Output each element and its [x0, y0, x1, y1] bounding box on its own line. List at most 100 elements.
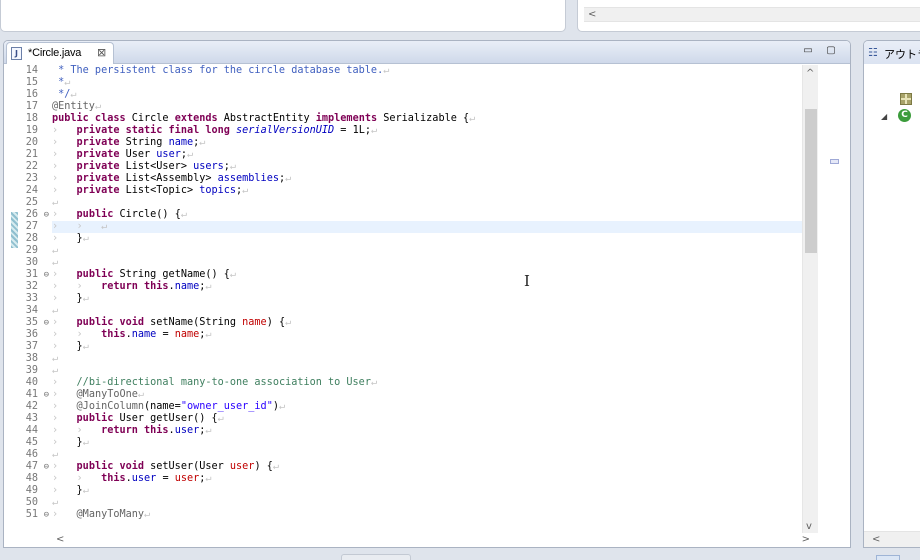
- scroll-down-arrow-icon[interactable]: v: [806, 520, 812, 533]
- overview-ruler[interactable]: [818, 65, 850, 533]
- code-text[interactable]: * The persistent class for the circle da…: [52, 65, 822, 521]
- line-number: 34: [25, 305, 38, 316]
- code-line[interactable]: ↵: [52, 245, 822, 257]
- code-line[interactable]: ↵: [52, 305, 822, 317]
- code-line[interactable]: › @ManyToMany↵: [52, 509, 822, 521]
- code-token: user: [156, 149, 181, 160]
- code-line[interactable]: ↵: [52, 257, 822, 269]
- line-number: 24: [25, 185, 38, 196]
- code-line[interactable]: › private User user;↵: [52, 149, 822, 161]
- minimize-icon[interactable]: ▭: [802, 45, 814, 57]
- code-line[interactable]: * The persistent class for the circle da…: [52, 65, 822, 77]
- code-token: ↵: [64, 77, 71, 88]
- code-line[interactable]: › }↵: [52, 485, 822, 497]
- code-line[interactable]: › }↵: [52, 341, 822, 353]
- code-line[interactable]: ↵: [52, 497, 822, 509]
- code-line[interactable]: › private List<Topic> topics;↵: [52, 185, 822, 197]
- code-line[interactable]: › private List<User> users;↵: [52, 161, 822, 173]
- code-line[interactable]: › private String name;↵: [52, 137, 822, 149]
- code-token: › ›: [52, 425, 102, 436]
- code-token: User getUser() {: [113, 413, 218, 424]
- code-line[interactable]: */↵: [52, 89, 822, 101]
- tab-circle-java[interactable]: J *Circle.java ⊠: [6, 42, 114, 64]
- code-line[interactable]: › public User getUser() {↵: [52, 413, 822, 425]
- editor-horizontal-scrollbar[interactable]: < >: [52, 533, 818, 547]
- code-line[interactable]: ↵: [52, 353, 822, 365]
- class-icon[interactable]: C: [898, 109, 911, 122]
- line-number: 44: [25, 425, 38, 436]
- code-token: users: [193, 161, 224, 172]
- outline-view: ☷ アウトラ ◢ C <: [863, 40, 920, 548]
- code-line[interactable]: › @ManyToOne↵: [52, 389, 822, 401]
- scroll-right-arrow-icon[interactable]: >: [802, 533, 810, 546]
- code-token: public: [76, 209, 114, 220]
- code-line[interactable]: @Entity↵: [52, 101, 822, 113]
- outline-title[interactable]: アウトラ: [884, 46, 920, 62]
- close-tab-icon[interactable]: ⊠: [97, 46, 106, 60]
- collapse-triangle-icon[interactable]: ◢: [881, 112, 887, 121]
- code-token: ↵: [52, 449, 59, 460]
- line-number: 30: [25, 257, 38, 268]
- package-icon[interactable]: [900, 93, 912, 105]
- code-line[interactable]: public class Circle extends AbstractEnti…: [52, 113, 822, 125]
- code-line[interactable]: ↵: [52, 365, 822, 377]
- code-line[interactable]: › public void setName(String name) {↵: [52, 317, 822, 329]
- code-token: List<User>: [119, 161, 194, 172]
- code-line[interactable]: ↵: [52, 197, 822, 209]
- line-number: 47: [4, 461, 52, 473]
- code-line[interactable]: › › return this.user;↵: [52, 425, 822, 437]
- scroll-left-arrow-icon[interactable]: <: [588, 8, 596, 21]
- scroll-left-arrow-icon[interactable]: <: [56, 533, 64, 546]
- code-token: */: [52, 89, 71, 100]
- code-line[interactable]: › }↵: [52, 437, 822, 449]
- code-token: AbstractEntity: [217, 113, 316, 124]
- top-right-horizontal-scrollbar[interactable]: <: [584, 7, 920, 22]
- code-line[interactable]: › }↵: [52, 233, 822, 245]
- code-line[interactable]: › }↵: [52, 293, 822, 305]
- code-token: › › ↵: [52, 221, 108, 232]
- code-token: ↵: [180, 209, 187, 220]
- code-line[interactable]: › private static final long serialVersio…: [52, 125, 822, 137]
- scroll-up-arrow-icon[interactable]: ^: [806, 67, 814, 80]
- code-token: ↵: [205, 473, 212, 484]
- code-token: ›: [52, 137, 77, 148]
- maximize-icon[interactable]: ▢: [825, 45, 837, 57]
- scroll-left-arrow-icon[interactable]: <: [872, 533, 880, 546]
- code-token: ↵: [229, 161, 237, 172]
- java-editor: J *Circle.java ⊠ ▭ ▢ 14 15 16 17 18 19 20 21 22 2…: [3, 40, 851, 548]
- line-number: 43: [25, 413, 38, 424]
- code-token: ↵: [229, 269, 237, 280]
- code-line[interactable]: › › return this.name;↵: [52, 281, 822, 293]
- code-area[interactable]: 1415161718192021222324252627282930313233…: [4, 65, 850, 547]
- code-line[interactable]: › public Circle() {↵: [52, 209, 822, 221]
- code-line[interactable]: › @JoinColumn(name="owner_user_id")↵: [52, 401, 822, 413]
- code-line[interactable]: *↵: [52, 77, 822, 89]
- overview-ruler-mark[interactable]: [830, 159, 839, 164]
- code-token: String: [119, 137, 169, 148]
- vertical-scroll-thumb[interactable]: [805, 109, 817, 253]
- code-token: *: [52, 77, 65, 88]
- code-token: ↵: [52, 353, 59, 364]
- line-number: 17: [25, 101, 38, 112]
- editor-vertical-scrollbar[interactable]: ^ v: [802, 65, 818, 533]
- code-line[interactable]: › //bi-directional many-to-one associati…: [52, 377, 822, 389]
- code-line[interactable]: › › this.user = user;↵: [52, 473, 822, 485]
- code-token: List<Topic>: [119, 185, 200, 196]
- code-line[interactable]: › › this.name = name;↵: [52, 329, 822, 341]
- bottom-tab[interactable]: [341, 554, 411, 560]
- code-token: ›: [52, 461, 77, 472]
- code-line[interactable]: ↵: [52, 449, 822, 461]
- code-token: ›: [52, 317, 77, 328]
- code-token: user: [174, 473, 200, 484]
- outline-horizontal-scrollbar[interactable]: <: [864, 531, 920, 547]
- code-token: setName(String: [144, 317, 243, 328]
- code-token: =: [156, 329, 175, 340]
- code-token: ↵: [144, 509, 151, 520]
- code-line[interactable]: › public String getName() {↵: [52, 269, 822, 281]
- code-line[interactable]: › › ↵: [52, 221, 822, 233]
- code-token: ›: [52, 161, 77, 172]
- line-number: 31: [4, 269, 52, 281]
- code-line[interactable]: › public void setUser(User user) {↵: [52, 461, 822, 473]
- code-token: private: [76, 185, 120, 196]
- code-line[interactable]: › private List<Assembly> assemblies;↵: [52, 173, 822, 185]
